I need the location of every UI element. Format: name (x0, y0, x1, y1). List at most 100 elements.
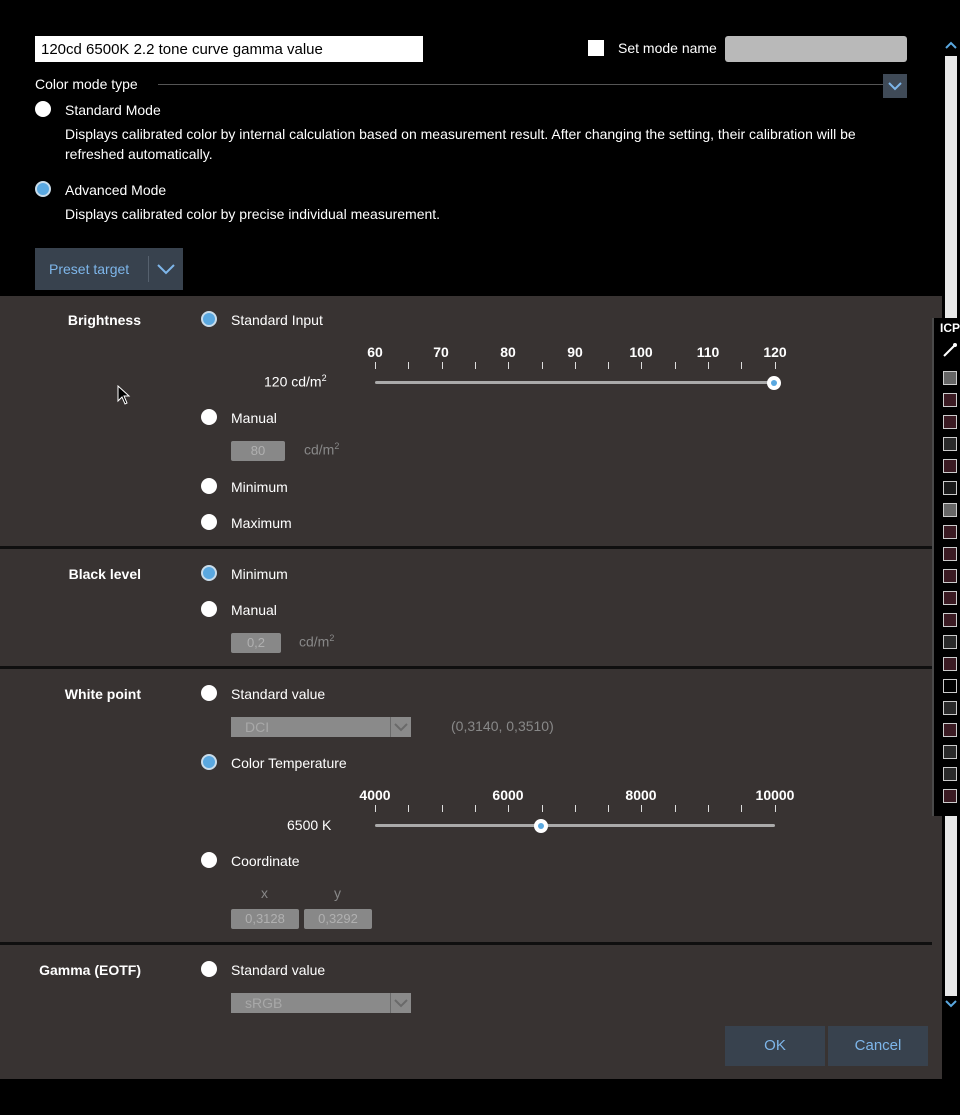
color-swatch[interactable] (943, 393, 957, 407)
brightness-tick-label: 60 (367, 344, 383, 360)
color-swatch[interactable] (943, 701, 957, 715)
white-point-label: White point (64, 686, 141, 702)
chevron-down-icon[interactable] (155, 258, 177, 280)
select-value: DCI (245, 719, 270, 735)
select-arrow (390, 717, 411, 737)
standard-mode-radio[interactable] (35, 101, 51, 117)
set-mode-name-checkbox[interactable] (588, 40, 604, 56)
brightness-tick (741, 362, 743, 369)
color-temperature-label: Color Temperature (231, 755, 347, 771)
mode-name-input[interactable] (35, 36, 423, 62)
temperature-slider-thumb[interactable] (534, 819, 548, 833)
brightness-tick (774, 362, 776, 369)
brightness-tick-label: 110 (696, 344, 720, 360)
collapse-button[interactable] (883, 74, 907, 98)
color-swatch[interactable] (943, 437, 957, 451)
brightness-tick-label: 80 (500, 344, 516, 360)
brightness-label: Brightness (67, 312, 141, 328)
temperature-tick (741, 805, 743, 812)
thumb-center (538, 823, 544, 829)
color-mode-type-label: Color mode type (35, 76, 138, 92)
brightness-tick (408, 362, 410, 369)
brightness-standard-input-radio[interactable] (201, 311, 217, 327)
brightness-tick-label: 70 (433, 344, 449, 360)
color-swatch[interactable] (943, 503, 957, 517)
coordinate-radio[interactable] (201, 852, 217, 868)
brightness-maximum-radio[interactable] (201, 514, 217, 530)
coordinate-x-input[interactable]: 0,3128 (231, 909, 299, 929)
standard-mode-desc: Displays calibrated color by internal ca… (65, 126, 856, 162)
preset-target-button[interactable]: Preset target (35, 248, 183, 290)
brightness-slider-thumb[interactable] (767, 376, 781, 390)
color-swatch[interactable] (943, 481, 957, 495)
section-separator (0, 546, 932, 549)
brightness-tick (375, 362, 376, 369)
coordinate-y-input[interactable]: 0,3292 (304, 909, 372, 929)
eyedropper-icon[interactable] (942, 342, 958, 358)
brightness-tick (574, 362, 576, 369)
white-point-standard-select[interactable]: DCI (231, 717, 411, 737)
temperature-tick (375, 805, 376, 812)
brightness-tick (541, 362, 543, 369)
coordinate-label: Coordinate (231, 853, 300, 869)
black-level-manual-radio[interactable] (201, 601, 217, 617)
color-swatch[interactable] (943, 591, 957, 605)
color-swatch[interactable] (943, 613, 957, 627)
brightness-manual-label: Manual (231, 410, 277, 426)
color-swatch[interactable] (943, 459, 957, 473)
brightness-manual-unit: cd/m2 (304, 441, 339, 458)
set-mode-name-input[interactable] (725, 36, 907, 62)
color-swatch[interactable] (943, 723, 957, 737)
black-level-label: Black level (68, 566, 141, 582)
temperature-tick (708, 805, 709, 812)
color-swatch[interactable] (943, 679, 957, 693)
brightness-tick (641, 362, 643, 369)
brightness-manual-input[interactable]: 80 (231, 441, 285, 461)
scroll-down-icon[interactable] (943, 997, 959, 1011)
icp-title: ICP (940, 321, 960, 335)
brightness-readout-sup: 2 (321, 373, 327, 383)
brightness-readout: 120 cd/m2 (264, 373, 327, 390)
temperature-tick (641, 805, 643, 812)
temperature-tick (574, 805, 576, 812)
chevron-down-icon (394, 999, 408, 1008)
scroll-up-icon[interactable] (943, 38, 959, 52)
color-swatch[interactable] (943, 745, 957, 759)
color-swatch[interactable] (943, 635, 957, 649)
temperature-tick (774, 805, 776, 812)
color-swatch[interactable] (943, 767, 957, 781)
advanced-mode-radio[interactable] (35, 181, 51, 197)
temperature-slider-track[interactable] (375, 824, 775, 827)
black-level-minimum-radio[interactable] (201, 565, 217, 581)
temperature-tick (408, 805, 410, 812)
brightness-minimum-label: Minimum (231, 479, 288, 495)
color-swatch[interactable] (943, 789, 957, 803)
color-swatch[interactable] (943, 415, 957, 429)
temperature-tick-label: 4000 (359, 787, 391, 803)
brightness-minimum-radio[interactable] (201, 478, 217, 494)
preset-divider (148, 256, 149, 282)
cancel-button[interactable]: Cancel (828, 1026, 928, 1066)
brightness-manual-radio[interactable] (201, 409, 217, 425)
brightness-slider-track[interactable] (375, 381, 775, 384)
gamma-standard-label: Standard value (231, 962, 326, 978)
black-level-manual-input[interactable]: 0,2 (231, 633, 281, 653)
section-separator (0, 666, 932, 669)
color-swatch[interactable] (943, 525, 957, 539)
temperature-tick (474, 805, 476, 812)
section-separator (0, 942, 932, 945)
brightness-tick (441, 362, 443, 369)
color-swatch[interactable] (943, 657, 957, 671)
ok-button[interactable]: OK (725, 1026, 825, 1066)
color-swatch[interactable] (943, 371, 957, 385)
gamma-standard-select[interactable]: sRGB (231, 993, 411, 1013)
temperature-tick (541, 805, 543, 812)
black-level-manual-unit: cd/m2 (299, 633, 334, 650)
color-swatch[interactable] (943, 547, 957, 561)
color-temperature-radio[interactable] (201, 754, 217, 770)
gamma-standard-radio[interactable] (201, 961, 217, 977)
color-swatch[interactable] (943, 569, 957, 583)
chevron-down-icon (888, 82, 902, 91)
white-point-standard-radio[interactable] (201, 685, 217, 701)
white-point-standard-coords: (0,3140, 0,3510) (451, 718, 554, 734)
